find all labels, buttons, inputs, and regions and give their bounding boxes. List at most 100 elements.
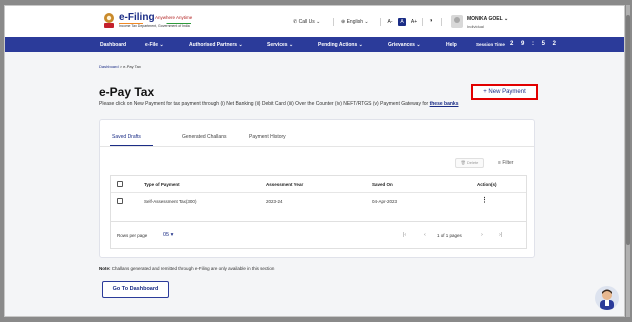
filter-icon: ≡	[498, 160, 501, 166]
new-payment-button[interactable]: + New Payment	[471, 84, 538, 100]
phone-icon: ✆	[293, 19, 298, 25]
caret-down-icon: ▾	[170, 232, 174, 238]
rows-per-page-value: 05	[163, 232, 170, 238]
rows-per-page-label: Rows per page	[117, 233, 148, 238]
page-title: e-Pay Tax	[99, 85, 155, 99]
nav-dashboard[interactable]: Dashboard	[100, 42, 126, 48]
nav-grievances-label: Grievances	[388, 42, 415, 48]
nav-pending-actions-label: Pending Actions	[318, 42, 358, 48]
column-header-actions: Action(s)	[477, 182, 497, 187]
filter-label: Filter	[502, 160, 514, 166]
efiling-logo[interactable]: e-Filing Anywhere Anytime Income Tax Dep…	[101, 12, 197, 34]
chevron-down-icon: ⌄	[364, 19, 369, 25]
note-label: Note:	[99, 266, 111, 271]
tab-generated-challans[interactable]: Generated Challans	[182, 134, 226, 140]
divider	[441, 18, 442, 26]
active-tab-indicator	[110, 145, 153, 146]
breadcrumb: Dashboard > e-Pay Tax	[99, 64, 141, 69]
nav-services-label: Services	[267, 42, 288, 48]
nav-authorised-partners[interactable]: Authorised Partners ⌄	[189, 42, 243, 48]
go-to-dashboard-button[interactable]: Go To Dashboard	[102, 281, 169, 298]
tab-saved-drafts[interactable]: Saved Drafts	[112, 134, 141, 140]
main-nav: Dashboard e-File ⌄ Authorised Partners ⌄…	[5, 37, 624, 52]
nav-pending-actions[interactable]: Pending Actions ⌄	[318, 42, 363, 48]
drafts-table: Type of Payment Assessment Year Saved On…	[110, 175, 527, 222]
challan-card: Saved Drafts Generated Challans Payment …	[99, 119, 535, 258]
emblem-icon	[104, 13, 114, 28]
column-header-saved-on: Saved On	[372, 182, 393, 187]
logo-subtitle: Income Tax Department, Government of Ind…	[119, 24, 190, 28]
cell-year: 2023-24	[266, 199, 283, 204]
first-page-icon[interactable]: |‹	[403, 232, 406, 238]
these-banks-link[interactable]: these banks	[430, 101, 459, 107]
assistant-avatar-icon	[600, 289, 614, 310]
nav-grievances[interactable]: Grievances ⌄	[388, 42, 421, 48]
nav-help[interactable]: Help	[446, 42, 457, 48]
divider	[333, 18, 334, 26]
breadcrumb-dashboard[interactable]: Dashboard	[99, 64, 119, 69]
filter-button[interactable]: ≡ Filter	[498, 160, 513, 166]
rows-per-page-select[interactable]: 05 ▾	[163, 232, 173, 238]
more-actions-icon[interactable]: ⋮	[481, 196, 488, 204]
row-checkbox[interactable]	[117, 198, 123, 204]
note-text: Challans generated and remitted through …	[111, 266, 275, 271]
divider	[422, 18, 423, 26]
chevron-down-icon: ⌄	[358, 42, 363, 48]
table-row[interactable]: Self-Assessment Tax(300) 2023-24 04-Apr-…	[111, 193, 526, 210]
select-all-checkbox[interactable]	[117, 181, 123, 187]
column-header-year: Assessment Year	[266, 182, 304, 187]
scrollbar-thumb[interactable]	[626, 15, 630, 245]
delete-button[interactable]: 🗑 Delete	[455, 158, 484, 168]
column-header-type: Type of Payment	[144, 182, 180, 187]
chevron-down-icon: ⌄	[316, 19, 321, 25]
call-us-button[interactable]: ✆ Call Us ⌄	[293, 19, 320, 25]
language-label: English	[346, 19, 363, 25]
nav-services[interactable]: Services ⌄	[267, 42, 293, 48]
session-time-label: Session Time	[476, 42, 505, 47]
chatbot-icon[interactable]	[595, 286, 619, 310]
pagination-bar: Rows per page 05 ▾ |‹ ‹ 1 of 1 pages › ›…	[110, 222, 527, 249]
chevron-down-icon: ⌄	[159, 42, 164, 48]
font-increase-button[interactable]: A+	[410, 18, 418, 26]
logo-tagline: Anywhere Anytime	[155, 15, 193, 20]
logo-title: e-Filing	[119, 12, 155, 23]
table-header-row: Type of Payment Assessment Year Saved On…	[111, 176, 526, 193]
cell-type: Self-Assessment Tax(300)	[144, 199, 197, 204]
call-us-label: Call Us	[298, 19, 315, 25]
note: Note: Challans generated and remitted th…	[99, 266, 274, 271]
trash-icon: 🗑	[460, 160, 466, 165]
tab-payment-history[interactable]: Payment History	[249, 134, 286, 140]
nav-authorised-partners-label: Authorised Partners	[189, 42, 238, 48]
page-scrollbar[interactable]	[626, 5, 630, 317]
next-page-icon[interactable]: ›	[481, 232, 483, 238]
chevron-down-icon: ⌄	[503, 16, 509, 22]
user-name: MONIKA GOEL	[467, 16, 503, 22]
contrast-icon[interactable]: ◑	[429, 18, 433, 24]
globe-icon: ⊕	[341, 19, 346, 25]
user-role: Individual	[467, 24, 484, 29]
session-time-value: 2 9 : 5 2	[510, 41, 560, 47]
chevron-down-icon: ⌄	[416, 42, 421, 48]
top-header: e-Filing Anywhere Anytime Income Tax Dep…	[5, 6, 624, 37]
nav-efile[interactable]: e-File ⌄	[145, 42, 164, 48]
chevron-down-icon: ⌄	[238, 42, 243, 48]
breadcrumb-separator: >	[119, 64, 123, 69]
delete-label: Delete	[466, 160, 479, 165]
browser-viewport: e-Filing Anywhere Anytime Income Tax Dep…	[4, 5, 625, 317]
last-page-icon[interactable]: ›|	[499, 232, 502, 238]
font-decrease-button[interactable]: A-	[386, 18, 394, 26]
tabs-divider	[100, 146, 534, 147]
cell-saved-on: 04-Apr-2023	[372, 199, 398, 204]
language-selector[interactable]: ⊕ English ⌄	[341, 19, 369, 25]
breadcrumb-current: e-Pay Tax	[123, 64, 141, 69]
avatar[interactable]	[451, 15, 463, 28]
page-description-text: Please click on New Payment for tax paym…	[99, 101, 429, 107]
prev-page-icon[interactable]: ‹	[424, 232, 426, 238]
font-normal-button[interactable]: A	[398, 18, 406, 26]
chevron-down-icon: ⌄	[288, 42, 294, 48]
user-menu[interactable]: MONIKA GOEL ⌄	[467, 16, 508, 22]
nav-efile-label: e-File	[145, 42, 159, 48]
divider	[380, 18, 381, 26]
page-info: 1 of 1 pages	[437, 233, 462, 238]
page-description: Please click on New Payment for tax paym…	[99, 101, 458, 107]
